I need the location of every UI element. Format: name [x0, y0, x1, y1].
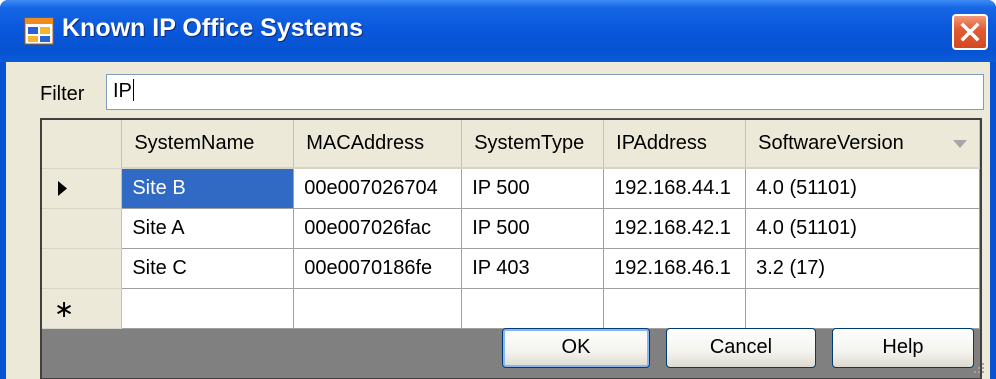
row-header[interactable]: ∗ [42, 288, 123, 329]
cell-softwareversion[interactable]: 3.2 (17) [745, 248, 980, 289]
new-row-icon: ∗ [54, 295, 75, 323]
current-row-arrow-icon [58, 180, 67, 196]
table-row[interactable]: Site B 00e007026704 IP 500 192.168.44.1 … [42, 168, 980, 209]
cell-systemname[interactable]: Site C [121, 248, 295, 289]
title-bar[interactable]: Known IP Office Systems [0, 0, 996, 62]
text-caret [132, 79, 134, 101]
cell-systemtype[interactable]: IP 403 [461, 248, 605, 289]
header-row: SystemName MACAddress SystemType IPAddre… [42, 120, 980, 169]
column-header-macaddress[interactable]: MACAddress [293, 120, 463, 169]
cell-systemtype[interactable]: IP 500 [461, 208, 605, 249]
new-cell-systemname[interactable] [121, 288, 295, 329]
systems-table: SystemName MACAddress SystemType IPAddre… [42, 120, 980, 329]
new-cell-systemtype[interactable] [461, 288, 605, 329]
filter-input[interactable]: IP [106, 74, 984, 110]
row-header[interactable] [42, 248, 123, 289]
help-button[interactable]: Help [832, 328, 974, 368]
resize-grip-icon[interactable] [972, 361, 986, 375]
cell-systemtype[interactable]: IP 500 [461, 168, 605, 209]
window-title: Known IP Office Systems [62, 14, 364, 42]
cell-ipaddress[interactable]: 192.168.46.1 [603, 248, 747, 289]
app-window-icon [24, 17, 54, 45]
cell-systemname[interactable]: Site A [121, 208, 295, 249]
dialog-client-area: Filter IP SystemName MACAddress SystemTy… [6, 62, 990, 379]
cell-macaddress[interactable]: 00e007026fac [293, 208, 463, 249]
column-header-systemname[interactable]: SystemName [121, 120, 295, 169]
new-cell-ipaddress[interactable] [603, 288, 747, 329]
top-left-header-cell[interactable] [42, 120, 123, 169]
table-row[interactable]: Site A 00e007026fac IP 500 192.168.42.1 … [42, 208, 980, 249]
cell-ipaddress[interactable]: 192.168.44.1 [603, 168, 747, 209]
ok-button[interactable]: OK [502, 328, 650, 368]
close-button[interactable] [952, 14, 988, 50]
filter-label: Filter [40, 83, 85, 105]
cell-macaddress[interactable]: 00e007026704 [293, 168, 463, 209]
new-cell-softwareversion[interactable] [745, 288, 980, 329]
cell-macaddress[interactable]: 00e0070186fe [293, 248, 463, 289]
cancel-button[interactable]: Cancel [666, 328, 816, 368]
table-row[interactable]: Site C 00e0070186fe IP 403 192.168.46.1 … [42, 248, 980, 289]
filter-input-value: IP [113, 80, 132, 102]
cell-systemname[interactable]: Site B [121, 168, 295, 209]
column-header-systemtype[interactable]: SystemType [461, 120, 605, 169]
new-row[interactable]: ∗ [42, 288, 980, 329]
dialog-window: Known IP Office Systems Filter IP System… [0, 0, 996, 379]
close-icon [960, 22, 980, 42]
new-cell-macaddress[interactable] [293, 288, 463, 329]
row-header[interactable] [42, 168, 123, 209]
cell-softwareversion[interactable]: 4.0 (51101) [745, 208, 980, 249]
column-header-ipaddress[interactable]: IPAddress [603, 120, 747, 169]
row-header[interactable] [42, 208, 123, 249]
cell-ipaddress[interactable]: 192.168.42.1 [603, 208, 747, 249]
column-header-softwareversion-label: SoftwareVersion [758, 132, 904, 154]
sort-descending-icon [953, 140, 967, 148]
column-header-softwareversion[interactable]: SoftwareVersion [745, 120, 980, 169]
cell-softwareversion[interactable]: 4.0 (51101) [745, 168, 980, 209]
